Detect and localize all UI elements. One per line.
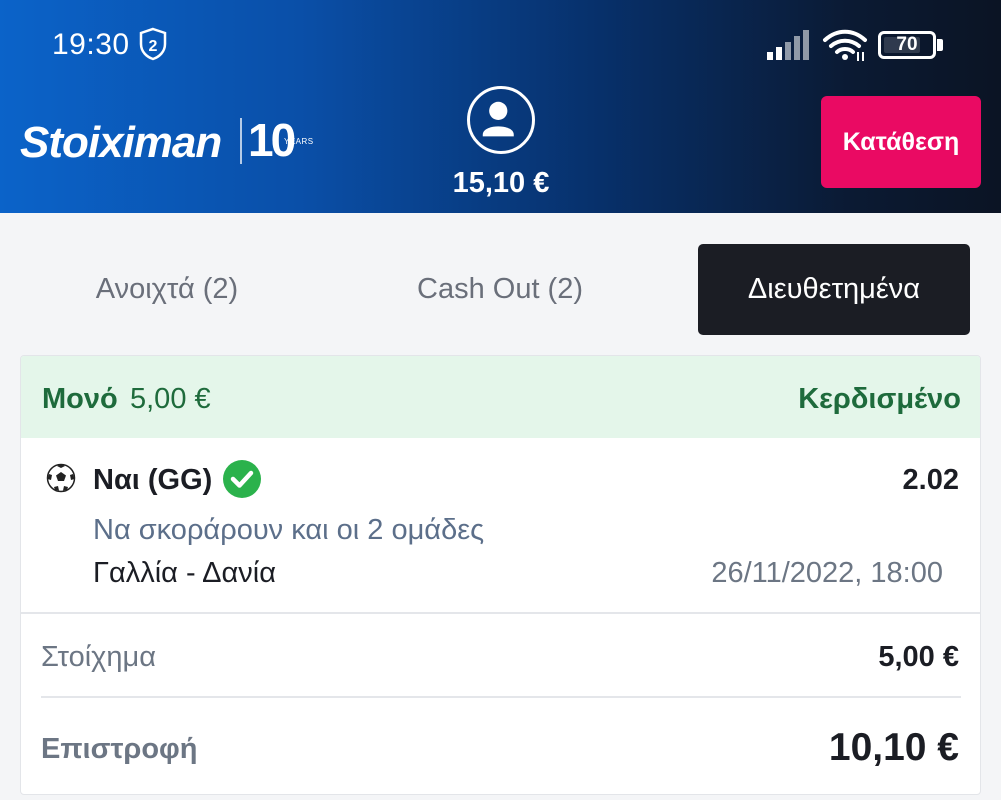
return-label: Επιστροφή bbox=[41, 733, 198, 765]
market-name: Να σκοράρουν και οι 2 ομάδες bbox=[93, 514, 485, 546]
bet-stake-header: 5,00 € bbox=[130, 383, 211, 415]
tab-settled[interactable]: Διευθετημένα bbox=[698, 244, 970, 335]
bet-type: Μονό bbox=[42, 383, 118, 415]
user-avatar-icon[interactable] bbox=[467, 86, 535, 154]
brand-logo[interactable]: Stoiximan bbox=[20, 118, 222, 168]
divider bbox=[41, 696, 961, 698]
tab-cash-out[interactable]: Cash Out (2) bbox=[352, 244, 648, 335]
return-value: 10,10 € bbox=[828, 726, 959, 769]
battery-level: 70 bbox=[896, 34, 918, 55]
tab-open[interactable]: Ανοιχτά (2) bbox=[20, 244, 314, 335]
shield-badge-icon: 2 bbox=[139, 27, 167, 61]
signal-icon bbox=[767, 30, 809, 60]
match-name[interactable]: Γαλλία - Δανία bbox=[93, 557, 276, 590]
battery-icon: 70 bbox=[878, 31, 944, 59]
divider bbox=[21, 612, 980, 614]
bet-card[interactable]: Μονό 5,00 € Κερδισμένο Ναι (GG) 2.02 Να … bbox=[20, 355, 981, 795]
stake-label: Στοίχημα bbox=[41, 641, 156, 673]
soccer-ball-icon bbox=[46, 463, 76, 493]
selection-name: Ναι (GG) bbox=[93, 464, 213, 496]
anniversary-years: YEARS bbox=[284, 137, 314, 146]
account-balance[interactable]: 15,10 € bbox=[400, 167, 602, 200]
svg-text:2: 2 bbox=[149, 38, 158, 55]
bet-card-header: Μονό 5,00 € Κερδισμένο bbox=[21, 356, 980, 438]
odds-value: 2.02 bbox=[902, 464, 959, 496]
bet-status: Κερδισμένο bbox=[798, 383, 961, 415]
status-time: 19:30 bbox=[52, 28, 130, 61]
stake-value: 5,00 € bbox=[878, 641, 959, 673]
match-datetime: 26/11/2022, 18:00 bbox=[711, 557, 943, 589]
app-header: 19:30 2 70 Stoiximan 10 YEARS 15,10 € Κα… bbox=[0, 0, 1001, 213]
won-check-icon bbox=[223, 460, 261, 498]
deposit-button[interactable]: Κατάθεση bbox=[821, 96, 981, 188]
logo-divider bbox=[240, 118, 242, 164]
wifi-icon bbox=[823, 29, 867, 61]
